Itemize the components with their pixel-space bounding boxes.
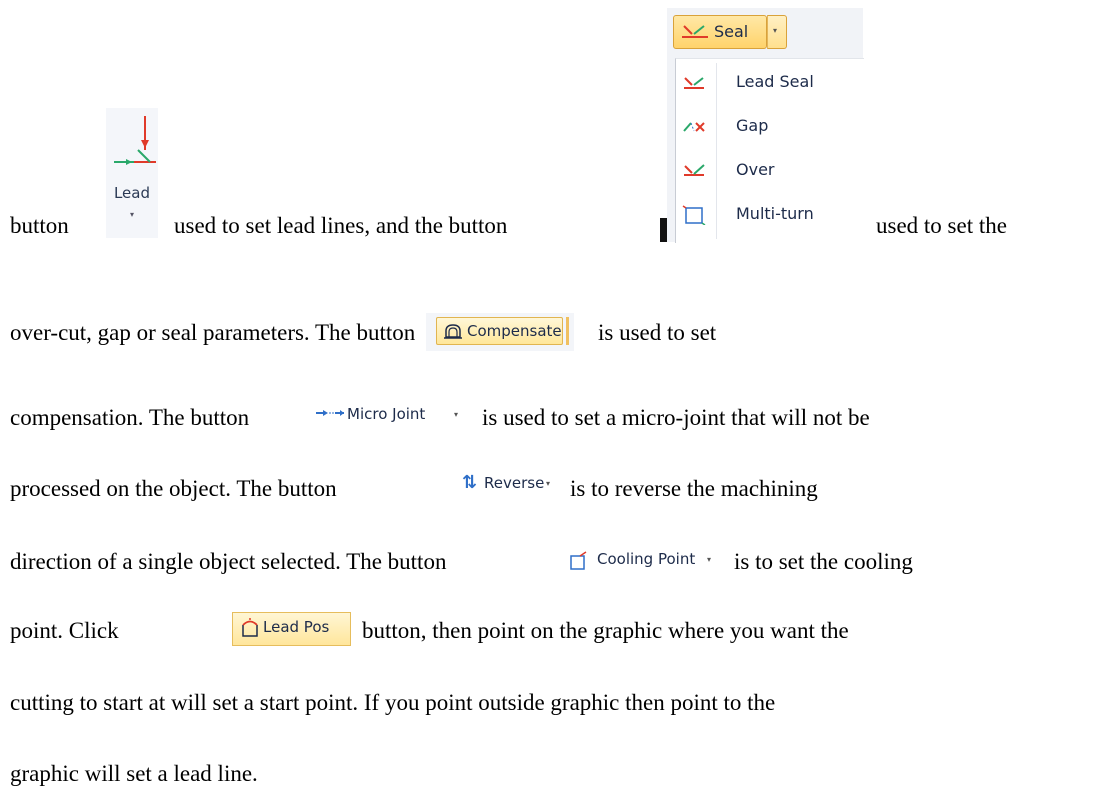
text-line-2b: is used to set [598,320,717,345]
cooling-point-icon [570,551,587,570]
text-line-4b: is to reverse the machining [570,476,818,501]
text-line-3a: compensation. The button [10,405,250,430]
text-line-4a: processed on the object. The button [10,476,337,501]
reverse-label: Reverse [484,474,545,492]
text-line-1a: button [10,213,69,238]
divider-bar [660,218,667,242]
lead-seal-icon [684,77,704,89]
lead-label: Lead [113,184,151,202]
reverse-icon: ⇅ [462,472,478,493]
menu-item-label: Gap [736,116,769,135]
cooling-point-button[interactable]: Cooling Point ▾ [567,548,727,576]
compensate-button-area: Compensate [426,313,574,351]
chevron-down-icon[interactable]: ▾ [546,479,550,488]
micro-joint-button[interactable]: Micro Joint ▾ [315,403,475,431]
micro-joint-label: Micro Joint [347,405,426,423]
lead-dropdown-arrow[interactable]: ▾ [106,210,158,219]
text-line-1c: used to set the [876,213,1007,238]
multi-turn-icon [682,205,706,225]
compensate-label: Compensate [467,322,562,340]
text-line-6a: point. Click [10,618,119,643]
lead-pos-button[interactable]: Lead Pos [232,612,351,646]
over-icon [684,164,705,176]
text-line-1b: used to set lead lines, and the button [174,213,508,238]
button-edge [566,317,569,345]
seal-icon [682,25,708,38]
menu-item-over[interactable]: Over [676,151,864,191]
lead-button[interactable]: Lead ▾ [106,108,158,238]
lead-line-icon [114,116,156,165]
menu-item-multi-turn[interactable]: Multi-turn [676,195,864,235]
lead-pos-icon [242,618,258,637]
seal-label: Seal [714,22,749,41]
cooling-point-label: Cooling Point [597,550,696,568]
text-line-7: cutting to start at will set a start poi… [10,690,776,715]
reverse-button[interactable]: ⇅ Reverse ▾ [456,472,560,500]
menu-item-label: Lead Seal [736,72,814,91]
compensate-icon [444,324,462,339]
menu-item-lead-seal[interactable]: Lead Seal [676,63,864,103]
menu-item-label: Over [736,160,775,179]
micro-joint-icon [316,410,344,416]
text-line-3b: is used to set a micro-joint that will n… [482,405,870,430]
seal-split-button: Seal ▾ Lead Seal Gap Over Multi-turn [667,8,864,243]
text-line-6b: button, then point on the graphic where … [362,618,849,643]
text-line-5b: is to set the cooling [734,549,913,574]
text-line-2a: over-cut, gap or seal parameters. The bu… [10,320,416,345]
menu-item-label: Multi-turn [736,204,814,223]
menu-item-gap[interactable]: Gap [676,107,864,147]
seal-button[interactable]: Seal [673,15,767,49]
chevron-down-icon: ▾ [773,26,778,35]
chevron-down-icon[interactable]: ▾ [707,555,711,564]
seal-dropdown-toggle[interactable]: ▾ [767,15,787,49]
gap-icon [683,122,705,132]
lead-pos-label: Lead Pos [263,618,330,636]
chevron-down-icon[interactable]: ▾ [454,410,458,419]
text-line-5a: direction of a single object selected. T… [10,549,447,574]
seal-dropdown-menu: Lead Seal Gap Over Multi-turn [675,58,864,243]
text-line-8: graphic will set a lead line. [10,761,258,786]
compensate-button[interactable]: Compensate [436,317,563,345]
